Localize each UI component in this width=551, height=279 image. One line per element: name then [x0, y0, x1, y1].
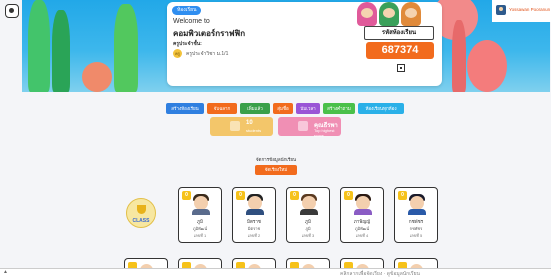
seaweed-decoration [52, 10, 70, 92]
class-chip: ห้องเรียน [172, 6, 202, 15]
draw-lots-button[interactable]: จับฉลาก [207, 103, 237, 114]
student-avatar [194, 196, 208, 210]
rank-badge: 0 [236, 191, 245, 200]
student-card[interactable]: 0 กชพัชร กชพัชร เลขที่ 5 [394, 187, 438, 243]
top-score-label: Top highest score [314, 128, 335, 138]
class-code-value[interactable]: 687374 [366, 42, 434, 59]
teacher-avatar: ครู [173, 49, 182, 58]
user-name[interactable]: Yossawan Pooranun [509, 7, 550, 12]
coral-decoration [467, 40, 507, 92]
students-count-card: 10 students [210, 117, 273, 136]
qr-code-icon[interactable] [397, 64, 405, 72]
trophy-icon [137, 205, 146, 214]
student-nickname: ภาพิญญ์ [353, 219, 371, 224]
avatar-body [246, 209, 264, 215]
student-fullname: กชพัชร [409, 226, 423, 231]
sidebar-toggle-icon[interactable]: ▲ [3, 269, 9, 275]
student-card[interactable]: 0 ภาพิญญ์ภูมิพัฒน์เลขที่ 4 [340, 187, 384, 243]
seaweed-decoration [114, 4, 138, 92]
characters-illustration [357, 0, 443, 26]
avatar-body [354, 209, 372, 215]
class-code-label: รหัสห้องเรียน [364, 26, 434, 40]
create-question-button[interactable]: สร้างคำถาม [323, 103, 355, 114]
bottom-bar [0, 268, 551, 279]
added-button[interactable]: เพิ่มแล้ว [240, 103, 270, 114]
character-avatar [379, 2, 399, 26]
students-label: students [246, 128, 262, 133]
character-avatar [357, 2, 377, 26]
top-score-card: คุณธีรพา Top highest score [278, 117, 341, 138]
student-number: เลขที่ 2 [247, 233, 261, 238]
students-count: 10 [246, 120, 253, 126]
rank-badge: 0 [182, 191, 191, 200]
rank-badge: 0 [398, 191, 407, 200]
student-card[interactable]: 0 ภูมิ ภูมิ เลขที่ 3 [286, 187, 330, 243]
student-fullname: ภูมิพัฒน์ [192, 226, 208, 231]
student-nickname: ภูมิ [305, 219, 311, 224]
trophy-label: CLASS [132, 218, 150, 224]
seaweed-decoration [28, 0, 50, 92]
hero-banner: ห้องเรียน Welcome to คอมพิวเตอร์กราฟฟิก … [22, 0, 550, 92]
student-number: เลขที่ 1 [193, 233, 207, 238]
random-name-button[interactable]: สุ่มชื่อ [273, 103, 293, 114]
avatar-body [300, 209, 318, 215]
character-avatar [401, 2, 421, 26]
student-fullname: ภูมิพัฒน์ [354, 226, 370, 231]
star-icon [298, 121, 308, 131]
student-card[interactable]: 0 มิตราช มิตราช เลขที่ 2 [232, 187, 276, 243]
create-class-button[interactable]: สร้างห้องเรียน [166, 103, 204, 114]
student-fullname: ภูมิ [305, 226, 311, 231]
manage-students-label: จัดการข้อมูลนักเรียน [255, 157, 297, 162]
avatar-body [408, 209, 426, 215]
all-classes-button[interactable]: ห้องเรียนทุกห้อง [358, 103, 404, 114]
avatar-body [192, 209, 210, 215]
student-nickname: ภูมิ [197, 219, 203, 224]
class-name: คอมพิวเตอร์กราฟฟิก [173, 29, 246, 38]
rank-badge: 0 [290, 191, 299, 200]
student-avatar [302, 196, 316, 210]
left-rail [3, 22, 19, 267]
welcome-text: Welcome to [173, 18, 210, 25]
student-number: เลขที่ 5 [409, 233, 423, 238]
footer-hint: คลิกลากเพื่อจัดเรียง · ดูข้อมูลนักเรียน [340, 271, 420, 277]
coral-decoration [82, 62, 112, 92]
student-avatar [410, 196, 424, 210]
rearrange-button[interactable]: จัดเรียงใหม่ [255, 165, 297, 175]
student-fullname: มิตราช [247, 226, 261, 231]
app-frame: ห้องเรียน Welcome to คอมพิวเตอร์กราฟฟิก … [0, 0, 551, 279]
student-nickname: มิตราช [247, 219, 261, 224]
rank-badge: 0 [344, 191, 353, 200]
timer-button[interactable]: นับเวลา [296, 103, 320, 114]
student-card[interactable]: 0 ภูมิภูมิพัฒน์เลขที่ 1 [178, 187, 222, 243]
user-panel[interactable]: Yossawan Pooranun [492, 0, 551, 22]
teacher-name: ครูประจำวิชา ม.1/1 [186, 51, 229, 57]
students-icon [230, 121, 240, 131]
user-avatar[interactable] [496, 5, 506, 15]
student-number: เลขที่ 4 [355, 233, 369, 238]
class-trophy-badge: CLASS [126, 198, 156, 228]
student-avatar [248, 196, 262, 210]
seaweed-decoration [452, 20, 466, 92]
app-logo-icon[interactable] [5, 4, 19, 18]
student-number: เลขที่ 3 [301, 233, 315, 238]
student-avatar [356, 196, 370, 210]
student-nickname: กชพัชร [408, 219, 424, 224]
teacher-label: ครูประจำชั้น: [173, 41, 202, 47]
